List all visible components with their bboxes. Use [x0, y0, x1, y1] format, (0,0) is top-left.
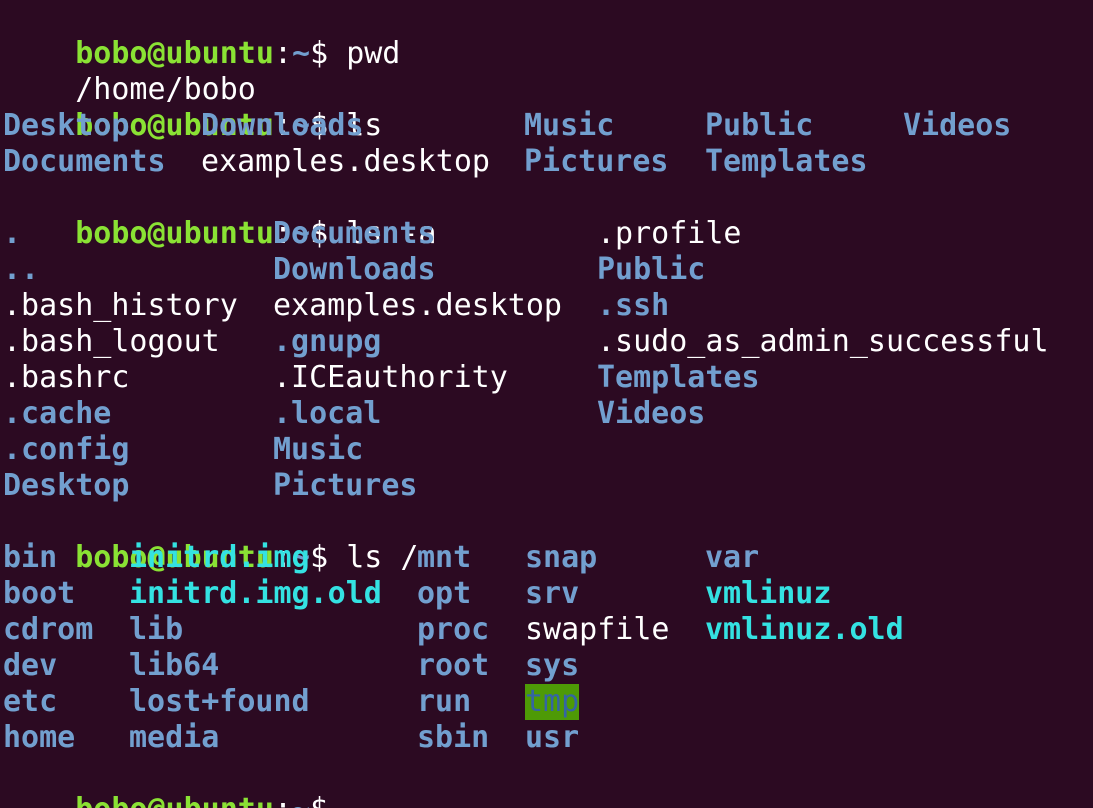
listing-row: .config Music [3, 432, 1093, 468]
listing-entry-dir: .gnupg [273, 324, 382, 359]
prompt-user-host: bobo@ubuntu [75, 792, 274, 808]
listing-row: .cache .local Videos [3, 396, 1093, 432]
listing-row: .bash_history examples.desktop .ssh [3, 288, 1093, 324]
listing-entry-dir: Downloads [273, 252, 436, 287]
listing-entry-dir: root [417, 648, 490, 683]
listing-entry-link: vmlinuz [705, 576, 832, 611]
listing-entry-dir: Videos [597, 396, 706, 431]
ls-a-output: . Documents .profile.. Downloads Public .bash… [3, 216, 1093, 504]
listing-entry-dir: Videos [903, 108, 1012, 143]
listing-entry-dir: Documents [273, 216, 436, 251]
terminal-window[interactable]: bobo@ubuntu:~$ pwd /home/bobo bobo@ubunt… [0, 0, 1093, 808]
listing-entry-link: vmlinuz.old [705, 612, 904, 647]
listing-entry-dir: Music [524, 108, 615, 143]
listing-entry-file: examples.desktop [273, 288, 562, 323]
command-line-ls-root: bobo@ubuntu:~$ ls / [3, 504, 1093, 575]
listing-entry-dir: etc [3, 684, 58, 719]
listing-entry-dir: cdrom [3, 612, 94, 647]
listing-entry-dir: lib [129, 612, 184, 647]
listing-entry-dir: run [417, 684, 472, 719]
listing-row: etc lost+found run tmp [3, 684, 1093, 720]
listing-entry-dir: media [129, 720, 220, 755]
listing-entry-dir: .local [273, 396, 382, 431]
listing-entry-link: initrd.img [129, 540, 310, 575]
listing-row: bin initrd.img mnt snap var [3, 540, 1093, 576]
listing-entry-sticky: tmp [525, 684, 580, 720]
listing-entry-dir: Downloads [201, 108, 364, 143]
listing-entry-dir: . [3, 216, 22, 251]
listing-entry-dir: var [705, 540, 760, 575]
listing-entry-dir: Public [705, 108, 814, 143]
listing-row: .. Downloads Public [3, 252, 1093, 288]
listing-row: boot initrd.img.old opt srv vmlinuz [3, 576, 1093, 612]
listing-entry-dir: Pictures [273, 468, 418, 503]
output-line: /home/bobo [3, 36, 1093, 107]
listing-row: .bashrc .ICEauthority Templates [3, 360, 1093, 396]
listing-entry-link: initrd.img.old [129, 576, 382, 611]
listing-entry-file: swapfile [525, 612, 670, 647]
listing-entry-dir: lib64 [129, 648, 220, 683]
ls-root-output: bin initrd.img mnt snap var boot initrd.img.ol… [3, 540, 1093, 756]
listing-entry-dir: Documents [3, 144, 166, 179]
listing-entry-dir: opt [417, 576, 472, 611]
listing-entry-dir: lost+found [129, 684, 310, 719]
prompt-colon: : [274, 792, 292, 808]
listing-row: cdrom lib proc swapfile vmlinuz.old [3, 612, 1093, 648]
listing-entry-dir: boot [3, 576, 76, 611]
listing-row: .bash_logout .gnupg .sudo_as_admin_success… [3, 324, 1093, 360]
listing-row: Documents examples.desktop Pictures Templat… [3, 144, 1093, 180]
listing-entry-dir: Music [273, 432, 364, 467]
listing-entry-dir: .cache [3, 396, 112, 431]
listing-entry-dir: proc [417, 612, 490, 647]
listing-entry-file: .sudo_as_admin_successful [597, 324, 1049, 359]
listing-entry-file: examples.desktop [201, 144, 490, 179]
listing-entry-dir: .config [3, 432, 130, 467]
listing-entry-dir: sys [525, 648, 580, 683]
command-line-ls-a: bobo@ubuntu:~$ ls -a [3, 180, 1093, 251]
listing-entry-dir: Templates [705, 144, 868, 179]
listing-entry-dir: .. [3, 252, 40, 287]
listing-row: home media sbin usr [3, 720, 1093, 756]
listing-row: Desktop Pictures [3, 468, 1093, 504]
prompt-path: ~ [292, 792, 310, 808]
listing-entry-dir: Public [597, 252, 706, 287]
listing-row: . Documents .profile [3, 216, 1093, 252]
listing-entry-dir: dev [3, 648, 58, 683]
listing-row: Desktop Downloads Music Public Videos [3, 108, 1093, 144]
listing-entry-dir: usr [525, 720, 580, 755]
listing-entry-dir: Templates [597, 360, 760, 395]
listing-entry-file: .bash_history [3, 288, 238, 323]
listing-entry-dir: snap [525, 540, 598, 575]
listing-entry-dir: Pictures [524, 144, 669, 179]
listing-entry-file: .profile [597, 216, 742, 251]
listing-entry-file: .bashrc [3, 360, 130, 395]
listing-entry-dir: srv [525, 576, 580, 611]
listing-entry-dir: bin [3, 540, 58, 575]
listing-entry-dir: sbin [417, 720, 490, 755]
listing-entry-file: .bash_logout [3, 324, 220, 359]
listing-entry-file: .ICEauthority [273, 360, 508, 395]
listing-entry-dir: home [3, 720, 76, 755]
command-line-pwd: bobo@ubuntu:~$ pwd [3, 0, 1093, 71]
command-line-ls: bobo@ubuntu:~$ ls [3, 72, 1093, 143]
prompt-symbol: $ [310, 792, 346, 808]
listing-row: dev lib64 root sys [3, 648, 1093, 684]
listing-entry-dir: .ssh [597, 288, 670, 323]
listing-entry-dir: Desktop [3, 108, 130, 143]
active-prompt-line[interactable]: bobo@ubuntu:~$ [3, 756, 1093, 808]
ls-output: Desktop Downloads Music Public Videos Documen… [3, 108, 1093, 180]
listing-entry-dir: mnt [417, 540, 472, 575]
listing-entry-dir: Desktop [3, 468, 130, 503]
